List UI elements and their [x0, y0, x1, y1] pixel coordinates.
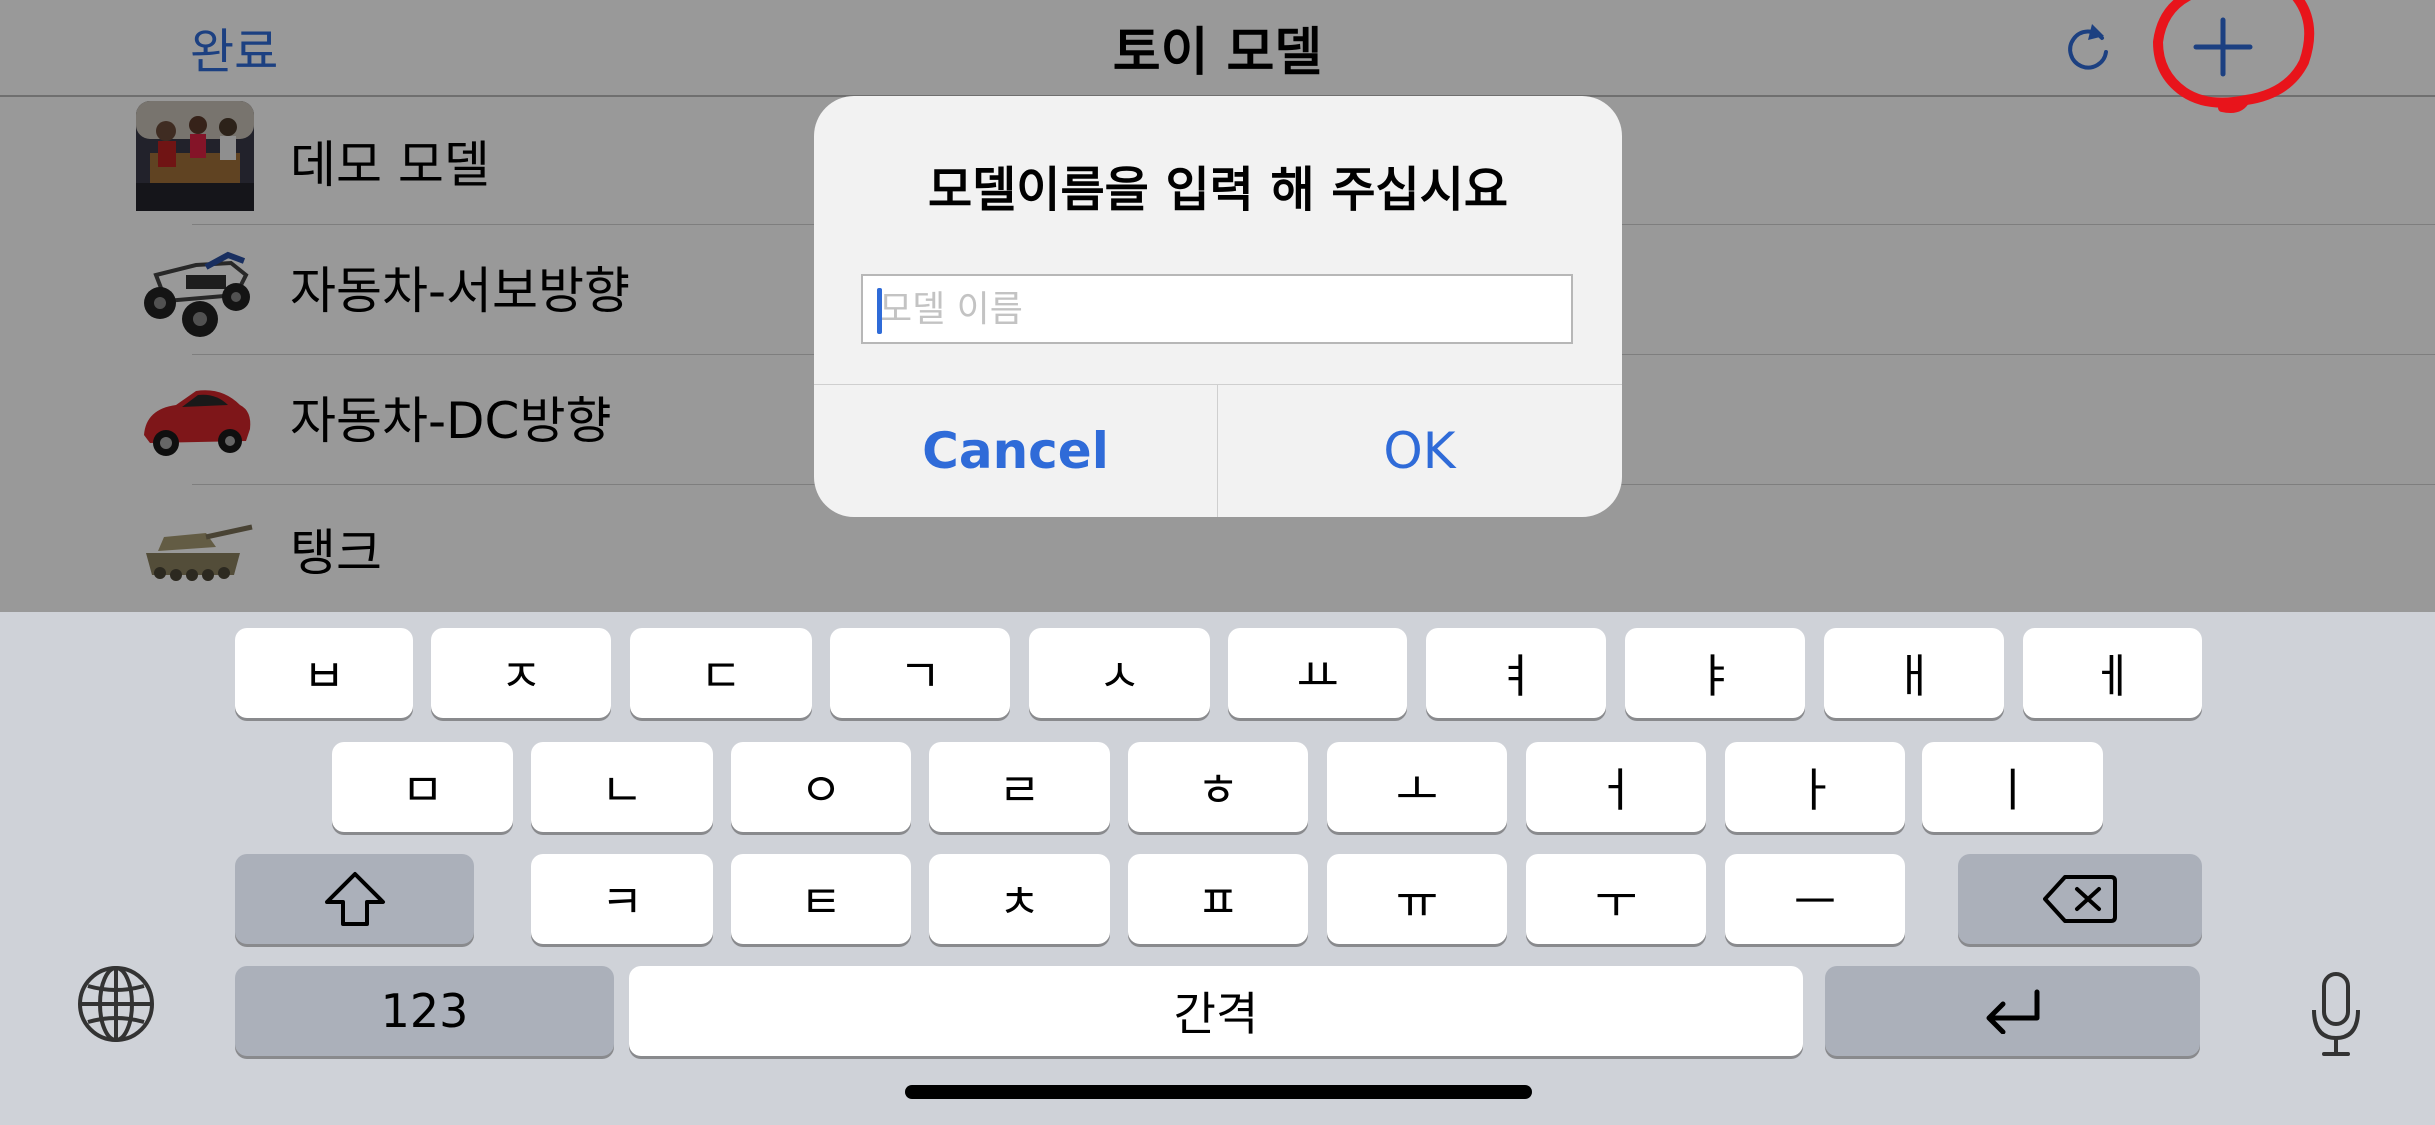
key[interactable]: ㅡ	[1725, 854, 1905, 944]
key[interactable]: ㅔ	[2023, 628, 2202, 718]
key[interactable]: ㅠ	[1327, 854, 1507, 944]
key[interactable]: ㅇ	[731, 742, 911, 832]
key[interactable]: ㅈ	[431, 628, 611, 718]
key[interactable]: ㄷ	[630, 628, 812, 718]
key[interactable]: ㅕ	[1426, 628, 1606, 718]
highlight-annotation	[2152, 0, 2315, 113]
key[interactable]: ㄴ	[531, 742, 713, 832]
globe-icon[interactable]	[76, 964, 156, 1044]
cancel-button[interactable]: Cancel	[814, 385, 1217, 517]
key[interactable]: ㅎ	[1128, 742, 1308, 832]
key[interactable]: ㅑ	[1625, 628, 1805, 718]
key[interactable]: ㅐ	[1824, 628, 2004, 718]
key[interactable]: ㅂ	[235, 628, 413, 718]
space-key[interactable]: 간격	[629, 966, 1803, 1056]
key[interactable]: ㄹ	[929, 742, 1110, 832]
delete-key[interactable]	[1958, 854, 2202, 944]
key[interactable]: ㅌ	[731, 854, 911, 944]
key[interactable]: ㅏ	[1725, 742, 1905, 832]
new-model-alert: 모델이름을 입력 해 주십시요 Cancel OK	[814, 96, 1622, 517]
key[interactable]: ㅣ	[1922, 742, 2103, 832]
key[interactable]: ㅊ	[929, 854, 1110, 944]
delete-icon	[2043, 875, 2117, 923]
key[interactable]: ㅁ	[332, 742, 513, 832]
alert-title: 모델이름을 입력 해 주십시요	[927, 162, 1509, 218]
model-name-field[interactable]	[861, 274, 1573, 344]
key[interactable]: ㅗ	[1327, 742, 1507, 832]
key[interactable]: ㅋ	[531, 854, 713, 944]
numbers-key[interactable]: 123	[235, 966, 614, 1056]
home-indicator[interactable]	[905, 1085, 1532, 1099]
key[interactable]: ㅅ	[1029, 628, 1210, 718]
key[interactable]: ㅍ	[1128, 854, 1308, 944]
ok-button[interactable]: OK	[1218, 385, 1621, 517]
text-caret	[877, 288, 882, 334]
shift-icon	[324, 872, 385, 926]
model-list-screen: 완료 토이 모델 데모 모델 자동차-서보방향 자동차-DC방향 탱크 모델이름…	[0, 0, 2435, 612]
return-icon	[1986, 989, 2039, 1034]
microphone-icon[interactable]	[2308, 970, 2364, 1060]
key[interactable]: ㅓ	[1526, 742, 1706, 832]
korean-keyboard: ㅂ ㅈ ㄷ ㄱ ㅅ ㅛ ㅕ ㅑ ㅐ ㅔ ㅁ ㄴ ㅇ ㄹ ㅎ ㅗ ㅓ ㅏ ㅣ ㅋ …	[0, 612, 2435, 1125]
key[interactable]: ㄱ	[830, 628, 1010, 718]
model-name-input[interactable]	[863, 276, 1571, 342]
key[interactable]: ㅜ	[1526, 854, 1706, 944]
return-key[interactable]	[1825, 966, 2200, 1056]
key[interactable]: ㅛ	[1228, 628, 1407, 718]
shift-key[interactable]	[235, 854, 474, 944]
